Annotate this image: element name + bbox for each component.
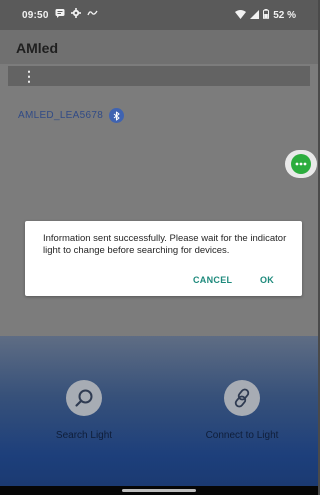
search-light-action[interactable]: Search Light [40,380,128,441]
status-time: 09:50 [22,10,49,21]
info-dialog: Information sent successfully. Please wa… [25,221,302,296]
app-screen: 09:50 52 % AMled ⋮ AMLED_LEA5678 Search … [0,0,318,495]
battery-percent: 52 % [273,10,296,21]
connect-light-action[interactable]: Connect to Light [190,380,294,441]
status-bar: 09:50 52 % [0,0,318,30]
ok-button[interactable]: OK [260,275,274,285]
dialog-message: Information sent successfully. Please wa… [43,233,287,256]
more-horiz-icon [291,154,311,174]
device-list-item[interactable]: AMLED_LEA5678 [18,108,125,123]
system-nav-bar [0,486,318,495]
message-icon [55,8,65,21]
device-name: AMLED_LEA5678 [18,110,104,121]
signal-icon [250,9,260,22]
search-light-label: Search Light [55,430,113,441]
more-vert-icon[interactable]: ⋮ [22,68,36,85]
nfc-icon [87,8,98,21]
battery-icon [263,9,270,22]
app-title: AMled [16,40,58,56]
app-bar: AMled [0,30,318,64]
link-icon [224,380,260,416]
home-gesture-handle[interactable] [122,489,196,492]
status-left-icons [55,8,98,21]
bluetooth-icon [109,108,125,123]
wifi-icon [235,9,247,22]
settings-icon [71,8,81,21]
connect-light-label: Connect to Light [205,430,279,441]
secondary-toolbar: ⋮ [8,66,310,86]
search-icon [66,380,102,416]
status-right-icons: 52 % [235,9,296,22]
options-fab[interactable] [285,150,317,178]
cancel-button[interactable]: CANCEL [193,275,232,285]
